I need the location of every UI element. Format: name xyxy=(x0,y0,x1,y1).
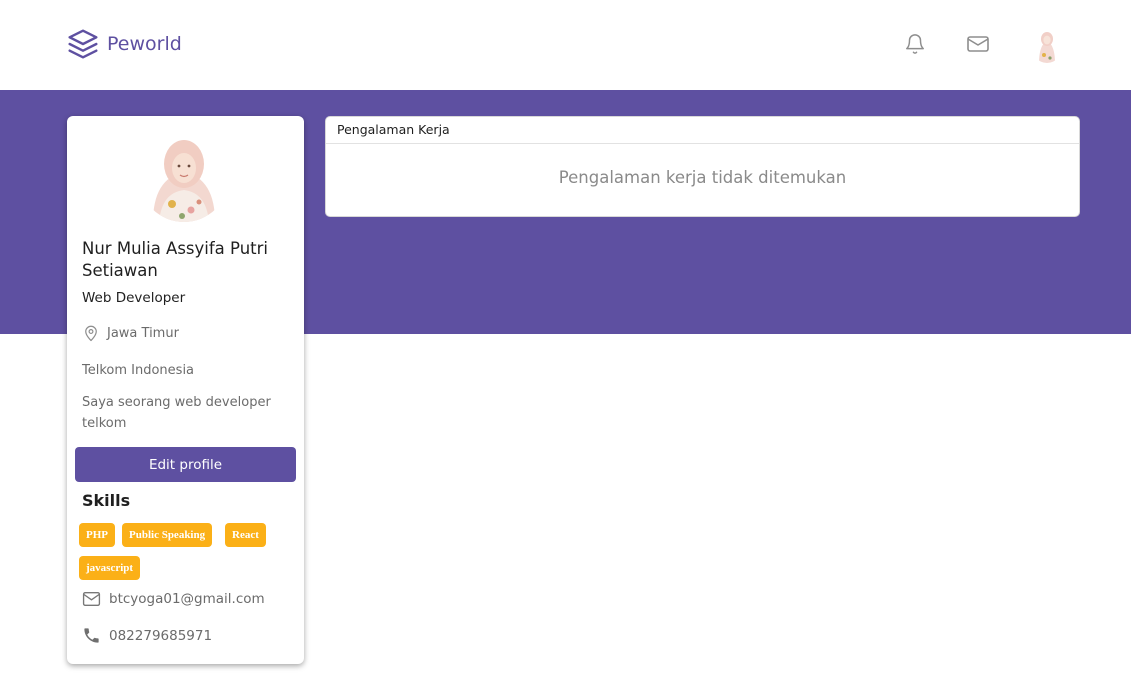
profile-bio: Saya seorang web developer telkom xyxy=(82,395,271,431)
phone-icon xyxy=(84,628,99,643)
experience-header: Pengalaman Kerja xyxy=(326,117,1079,144)
profile-workplace: Telkom Indonesia xyxy=(82,363,195,378)
contact-email: btcyoga01@gmail.com xyxy=(82,591,265,607)
phone-text: 082279685971 xyxy=(109,627,213,644)
experience-card: Pengalaman Kerja Pengalaman kerja tidak … xyxy=(325,116,1080,217)
email-text: btcyoga01@gmail.com xyxy=(109,591,265,607)
profile-job-title: Web Developer xyxy=(82,290,186,306)
profile-location: Jawa Timur xyxy=(82,324,179,342)
bell-icon[interactable] xyxy=(903,32,927,56)
skills-heading: Skills xyxy=(82,491,131,510)
skill-badge: Public Speaking xyxy=(122,523,213,547)
brand-name: Peworld xyxy=(107,33,182,55)
skill-badge: javascript xyxy=(79,556,141,580)
edit-profile-button[interactable]: Edit profile xyxy=(75,447,296,482)
user-avatar[interactable] xyxy=(1031,27,1063,63)
brand-logo[interactable]: Peworld xyxy=(67,28,182,60)
experience-title: Pengalaman Kerja xyxy=(337,122,450,137)
location-text: Jawa Timur xyxy=(107,325,179,341)
profile-photo xyxy=(139,132,229,222)
navbar: Peworld xyxy=(0,0,1131,90)
mail-icon[interactable] xyxy=(966,32,990,56)
experience-empty-message: Pengalaman kerja tidak ditemukan xyxy=(558,168,847,187)
profile-name: Nur Mulia Assyifa Putri Setiawan xyxy=(82,239,268,280)
contact-phone: 082279685971 xyxy=(82,626,212,645)
skill-badge: PHP xyxy=(79,523,115,547)
mail-icon xyxy=(82,591,101,607)
skill-badge: React xyxy=(225,523,266,547)
map-pin-icon xyxy=(85,325,97,342)
layers-icon xyxy=(68,29,98,59)
